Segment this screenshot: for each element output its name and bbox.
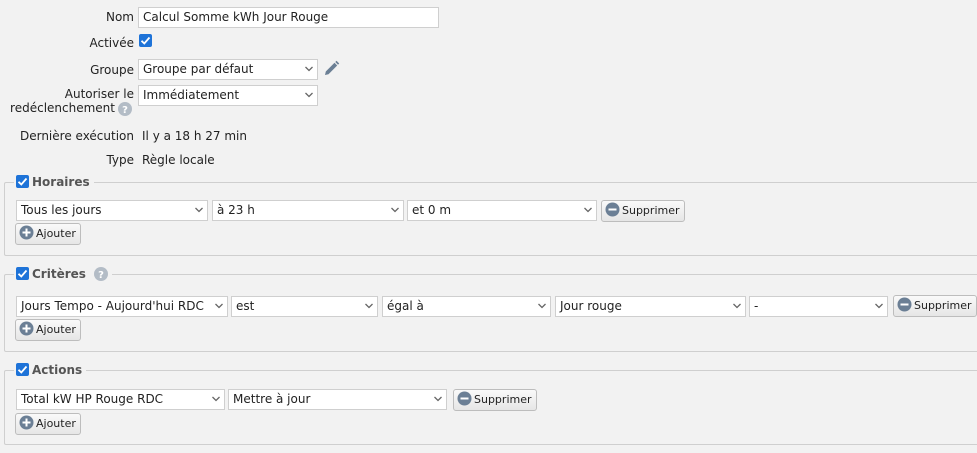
minus-circle-icon <box>457 391 472 406</box>
criteria-title: Critères <box>32 267 86 281</box>
chevron-down-icon <box>215 303 223 309</box>
criteria-value-select[interactable]: Jour rouge <box>555 296 746 317</box>
schedule-add-button[interactable]: Ajouter <box>15 223 81 245</box>
checkmark-icon <box>17 177 28 186</box>
criteria-extra-select[interactable]: - <box>749 296 888 317</box>
schedule-day-value: Tous les jours <box>21 203 102 217</box>
question-circle-icon[interactable]: ? <box>94 267 109 281</box>
action-device-value: Total kW HP Rouge RDC <box>21 392 164 406</box>
minus-circle-icon <box>605 202 620 217</box>
name-label: Nom <box>105 10 134 24</box>
question-circle-icon[interactable]: ? <box>118 102 132 119</box>
chevron-down-icon <box>195 207 203 213</box>
actions-title: Actions <box>32 363 83 377</box>
criteria-verb-select[interactable]: est <box>231 296 378 317</box>
plus-circle-icon <box>19 321 34 336</box>
enabled-label: Activée <box>89 36 134 50</box>
name-input[interactable]: Calcul Somme kWh Jour Rouge <box>138 7 439 28</box>
chevron-down-icon <box>538 303 546 309</box>
type-label: Type <box>106 153 134 167</box>
action-type-value: Mettre à jour <box>233 392 311 406</box>
action-type-select[interactable]: Mettre à jour <box>228 389 447 410</box>
plus-circle-icon <box>19 225 34 240</box>
action-delete-label: Supprimer <box>474 393 532 406</box>
schedule-delete-button[interactable]: Supprimer <box>601 200 685 222</box>
checkmark-icon <box>17 269 28 278</box>
criteria-delete-button[interactable]: Supprimer <box>893 295 977 317</box>
group-label: Groupe <box>90 63 134 77</box>
chevron-down-icon <box>365 303 373 309</box>
chevron-down-icon <box>305 66 313 72</box>
retrigger-select[interactable]: Immédiatement <box>138 85 318 106</box>
criteria-extra-value: - <box>754 299 759 313</box>
last-exec-value: Il y a 18 h 27 min <box>142 129 247 143</box>
criteria-operator-value: égal à <box>387 299 424 313</box>
pencil-icon[interactable] <box>323 60 340 80</box>
enabled-checkbox[interactable] <box>139 34 152 47</box>
criteria-delete-label: Supprimer <box>914 299 972 312</box>
checkmark-icon <box>17 365 28 374</box>
retrigger-label-line1: Autoriser le <box>64 87 134 101</box>
action-delete-button[interactable]: Supprimer <box>453 389 537 411</box>
last-exec-label: Dernière exécution <box>19 129 134 143</box>
action-add-button[interactable]: Ajouter <box>15 413 81 435</box>
criteria-operator-select[interactable]: égal à <box>382 296 551 317</box>
schedules-checkbox[interactable] <box>16 175 29 188</box>
svg-text:?: ? <box>98 270 104 281</box>
schedules-title: Horaires <box>32 175 90 189</box>
chevron-down-icon <box>391 207 399 213</box>
criteria-device-select[interactable]: Jours Tempo - Aujourd'hui RDC <box>16 296 228 317</box>
actions-legend: Actions <box>14 363 87 377</box>
action-device-select[interactable]: Total kW HP Rouge RDC <box>16 389 225 410</box>
chevron-down-icon <box>434 396 442 402</box>
criteria-add-label: Ajouter <box>36 323 76 336</box>
actions-checkbox[interactable] <box>16 363 29 376</box>
retrigger-label-line2: redéclenchement <box>10 101 115 115</box>
schedule-hour-select[interactable]: à 23 h <box>212 200 404 221</box>
schedule-day-select[interactable]: Tous les jours <box>16 200 208 221</box>
action-add-label: Ajouter <box>36 417 76 430</box>
schedule-add-label: Ajouter <box>36 227 76 240</box>
criteria-verb-value: est <box>236 299 255 313</box>
retrigger-select-value: Immédiatement <box>143 88 240 102</box>
schedules-legend: Horaires <box>14 175 94 189</box>
schedule-minute-select[interactable]: et 0 m <box>407 200 597 221</box>
criteria-add-button[interactable]: Ajouter <box>15 319 81 341</box>
schedule-hour-value: à 23 h <box>217 203 255 217</box>
chevron-down-icon <box>875 303 883 309</box>
minus-circle-icon <box>897 297 912 312</box>
schedule-minute-value: et 0 m <box>412 203 452 217</box>
chevron-down-icon <box>212 396 220 402</box>
criteria-device-value: Jours Tempo - Aujourd'hui RDC <box>21 299 204 313</box>
criteria-checkbox[interactable] <box>16 267 29 280</box>
svg-text:?: ? <box>122 105 128 116</box>
group-select-value: Groupe par défaut <box>143 62 254 76</box>
group-select[interactable]: Groupe par défaut <box>138 59 318 80</box>
chevron-down-icon <box>584 207 592 213</box>
schedule-delete-label: Supprimer <box>622 204 680 217</box>
criteria-value-value: Jour rouge <box>560 299 622 313</box>
type-value: Règle locale <box>142 153 215 167</box>
checkmark-icon <box>140 36 151 45</box>
criteria-legend: Critères ? <box>14 267 113 281</box>
chevron-down-icon <box>733 303 741 309</box>
plus-circle-icon <box>19 415 34 430</box>
chevron-down-icon <box>305 92 313 98</box>
